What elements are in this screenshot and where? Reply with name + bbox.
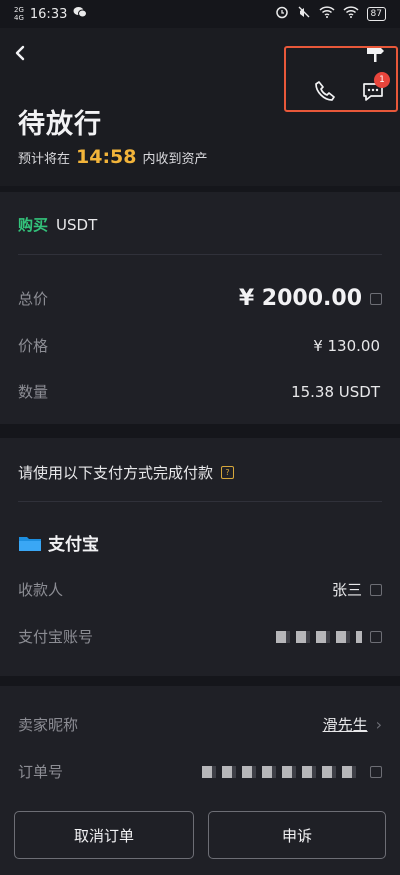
seller-nickname-link[interactable]: 滑先生 (323, 714, 368, 735)
payee-label: 收款人 (18, 581, 64, 599)
order-asset: USDT (56, 215, 98, 234)
cancel-order-button[interactable]: 取消订单 (14, 811, 194, 859)
copy-icon[interactable] (370, 292, 382, 305)
payment-method-card: 请使用以下支付方式完成付款 ? 支付宝 收款人 张三 支付宝账号 (0, 438, 400, 676)
order-number-row: 订单号 (18, 761, 382, 782)
divider (18, 501, 382, 502)
payee-row: 收款人 张三 (18, 579, 382, 600)
order-number-label: 订单号 (18, 763, 64, 781)
order-side: 购买 (18, 216, 49, 234)
quantity-row: 数量 15.38 USDT (18, 381, 382, 402)
account-value-redacted (276, 630, 362, 643)
signal-indicator: 2G 4G (14, 6, 24, 22)
clock: 16:33 (29, 6, 68, 22)
wifi-icon (319, 6, 335, 22)
unread-badge: 1 (374, 72, 390, 88)
price-row: 价格 ¥ 130.00 (18, 335, 382, 356)
wechat-icon (73, 6, 88, 22)
copy-icon[interactable] (370, 765, 382, 778)
info-icon[interactable]: ? (221, 466, 235, 479)
price-value: ¥ 130.00 (313, 336, 380, 355)
quantity-value: 15.38 USDT (291, 382, 380, 401)
divider (18, 254, 382, 255)
battery-indicator: 87 (366, 7, 386, 21)
payment-method-row: 支付宝 (18, 530, 382, 555)
alarm-icon (275, 5, 289, 23)
phone-icon[interactable] (312, 78, 338, 104)
subtitle-prefix: 预计将在 (18, 152, 71, 167)
order-side-row: 购买 USDT (18, 214, 382, 235)
mute-icon (297, 5, 311, 23)
seller-row[interactable]: 卖家昵称 滑先生 › (18, 714, 382, 735)
copy-icon[interactable] (370, 583, 382, 596)
quantity-label: 数量 (18, 383, 49, 401)
total-value: ¥ 2000.00 (238, 286, 362, 311)
back-arrow-icon[interactable] (10, 42, 32, 64)
account-row: 支付宝账号 (18, 626, 382, 647)
appeal-button[interactable]: 申诉 (208, 811, 386, 859)
total-row: 总价 ¥ 2000.00 (18, 286, 382, 311)
countdown-message: 预计将在 14:58 内收到资产 (18, 146, 208, 168)
payment-instruction: 请使用以下支付方式完成付款 (18, 464, 214, 482)
payment-instruction-row: 请使用以下支付方式完成付款 ? (18, 462, 382, 483)
subtitle-suffix: 内收到资产 (142, 152, 208, 167)
price-label: 价格 (18, 337, 49, 355)
payee-value: 张三 (331, 581, 362, 599)
total-label: 总价 (18, 290, 49, 308)
countdown-timer: 14:58 (76, 146, 137, 168)
status-bar: 2G 4G 16:33 87 (0, 0, 400, 28)
account-label: 支付宝账号 (18, 628, 94, 646)
copy-icon[interactable] (370, 630, 382, 643)
wifi-icon-2 (343, 6, 359, 22)
order-summary-card: 购买 USDT 总价 ¥ 2000.00 价格 ¥ 130.00 数量 15.3… (0, 192, 400, 424)
page-title: 待放行 (18, 109, 102, 140)
chevron-right-icon: › (375, 715, 382, 734)
signal-4g: 4G (14, 14, 24, 22)
folder-icon (18, 534, 42, 552)
payment-method-name: 支付宝 (48, 535, 99, 555)
seller-label: 卖家昵称 (18, 716, 79, 734)
signal-2g: 2G (14, 6, 24, 14)
order-number-redacted (202, 765, 362, 778)
